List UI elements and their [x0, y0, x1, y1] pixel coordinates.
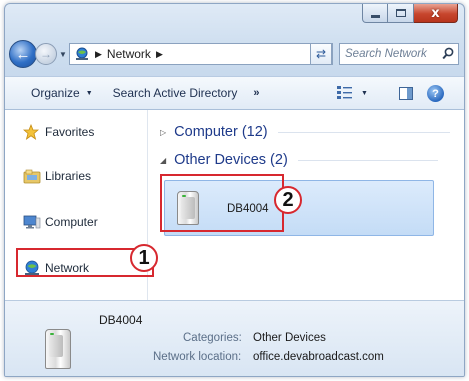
refresh-button[interactable]: ⇄ — [310, 43, 332, 65]
organize-label: Organize — [31, 86, 80, 100]
nav-item-label: Computer — [45, 215, 98, 229]
device-icon — [45, 329, 71, 369]
breadcrumb-separator-icon[interactable]: ▶ — [95, 49, 102, 60]
group-divider — [297, 159, 438, 161]
search-input[interactable] — [345, 48, 437, 60]
libraries-icon — [23, 168, 41, 184]
chevron-down-icon: ▼ — [361, 89, 368, 97]
help-button[interactable]: ? — [427, 85, 444, 102]
more-commands-button[interactable]: » — [253, 87, 259, 99]
back-arrow-icon: ← — [15, 45, 31, 63]
command-bar: Organize ▼ Search Active Directory » ▼ ? — [5, 76, 464, 110]
close-button[interactable]: x — [414, 4, 458, 23]
callout-badge-2: 2 — [274, 186, 302, 214]
address-row: ← → ▼ ▶ Network ▶ ▼ ⇄ — [5, 40, 464, 70]
computer-icon — [23, 214, 41, 230]
recent-pages-dropdown[interactable]: ▼ — [59, 50, 67, 59]
search-active-directory-button[interactable]: Search Active Directory — [103, 86, 248, 100]
view-options-icon — [337, 86, 352, 99]
chevron-right-icon: ▷ — [160, 127, 167, 137]
maximize-button[interactable] — [388, 4, 414, 23]
callout-highlight-device — [160, 174, 284, 232]
search-active-directory-label: Search Active Directory — [112, 86, 238, 100]
forward-arrow-icon: → — [40, 47, 52, 61]
refresh-icon: ⇄ — [315, 47, 327, 61]
nav-item-libraries[interactable]: Libraries — [23, 168, 91, 184]
back-button[interactable]: ← — [9, 40, 37, 68]
group-divider — [277, 131, 450, 133]
caption-buttons: x — [362, 4, 458, 24]
breadcrumb-separator-icon[interactable]: ▶ — [156, 49, 163, 60]
group-header-label: Other Devices (2) — [174, 152, 288, 168]
nav-item-favorites[interactable]: Favorites — [22, 123, 95, 140]
search-icon[interactable] — [442, 47, 454, 61]
forward-button[interactable]: → — [35, 43, 57, 65]
details-categories-value: Other Devices — [253, 332, 326, 344]
close-icon: x — [431, 5, 440, 21]
group-header-computer[interactable]: ▷ Computer (12) — [160, 124, 450, 140]
chevron-down-icon: ▼ — [85, 89, 93, 97]
maximize-icon — [395, 9, 406, 17]
nav-item-label: Libraries — [45, 169, 92, 183]
details-location-value: office.devabroadcast.com — [253, 351, 384, 363]
callout-badge-1: 1 — [130, 244, 158, 272]
group-header-other-devices[interactable]: ◢ Other Devices (2) — [160, 152, 438, 168]
organize-menu[interactable]: Organize ▼ — [5, 86, 103, 100]
chevron-down-icon: ◢ — [160, 155, 167, 165]
minimize-icon — [370, 14, 380, 18]
help-icon: ? — [432, 87, 439, 100]
details-item-name: DB4004 — [99, 313, 143, 327]
star-icon — [22, 123, 41, 140]
network-icon — [74, 47, 90, 61]
change-view-button[interactable]: ▼ — [337, 86, 368, 100]
details-location-label: Network location: — [153, 351, 242, 363]
address-bar[interactable]: ▶ Network ▶ ▼ — [69, 43, 333, 65]
breadcrumb-network[interactable]: Network — [107, 47, 151, 61]
details-pane: DB4004 Categories: Other Devices Network… — [5, 300, 464, 376]
nav-item-label: Favorites — [45, 125, 95, 139]
minimize-button[interactable] — [362, 4, 388, 23]
preview-pane-button[interactable] — [399, 87, 413, 100]
nav-item-computer[interactable]: Computer — [23, 214, 98, 230]
search-box[interactable] — [339, 43, 459, 65]
details-categories-label: Categories: — [183, 332, 242, 344]
group-header-label: Computer (12) — [174, 124, 268, 140]
